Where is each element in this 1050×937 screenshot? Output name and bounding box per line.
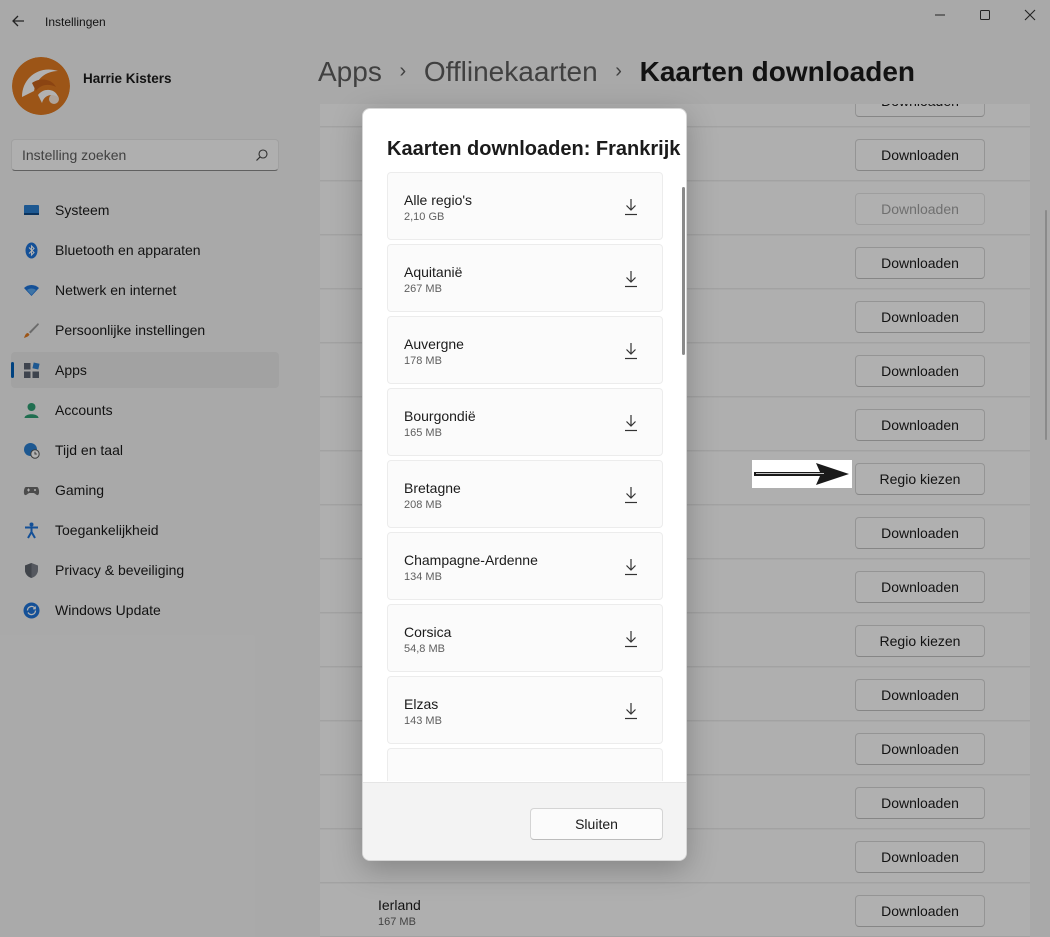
region-size: 165 MB: [404, 427, 442, 439]
region-item[interactable]: Corsica 54,8 MB: [387, 604, 663, 672]
region-name: Auvergne: [404, 336, 464, 352]
download-icon[interactable]: [624, 414, 638, 432]
download-icon[interactable]: [624, 702, 638, 720]
download-icon[interactable]: [624, 198, 638, 216]
region-item[interactable]: Alle regio's 2,10 GB: [387, 172, 663, 240]
region-name: Bretagne: [404, 480, 461, 496]
dialog-title: Kaarten downloaden: Frankrijk: [387, 138, 681, 160]
download-icon[interactable]: [624, 558, 638, 576]
region-list: Alle regio's 2,10 GB Aquitanië 267 MB Auverg…: [387, 172, 664, 781]
region-name: Champagne-Ardenne: [404, 552, 538, 568]
region-item[interactable]: Aquitanië 267 MB: [387, 244, 663, 312]
download-maps-dialog: Kaarten downloaden: Frankrijk Alle regio…: [362, 108, 687, 861]
close-dialog-button[interactable]: Sluiten: [530, 808, 663, 840]
region-size: 143 MB: [404, 715, 442, 727]
download-icon[interactable]: [624, 270, 638, 288]
region-name: Corsica: [404, 624, 452, 640]
region-item[interactable]: Elzas 143 MB: [387, 676, 663, 744]
region-size: 178 MB: [404, 355, 442, 367]
region-item[interactable]: Bretagne 208 MB: [387, 460, 663, 528]
region-size: 134 MB: [404, 571, 442, 583]
annotation-arrow-icon: [752, 460, 852, 488]
download-icon[interactable]: [624, 630, 638, 648]
dialog-footer: Sluiten: [363, 782, 686, 860]
region-name: Elzas: [404, 696, 439, 712]
page-scrollbar[interactable]: [1045, 210, 1047, 440]
download-icon[interactable]: [624, 342, 638, 360]
region-name: Aquitanië: [404, 264, 463, 280]
dialog-scrollbar[interactable]: [682, 187, 685, 355]
region-name: Bourgondië: [404, 408, 476, 424]
region-item[interactable]: [387, 748, 663, 781]
region-size: 208 MB: [404, 499, 442, 511]
region-item[interactable]: Auvergne 178 MB: [387, 316, 663, 384]
region-item[interactable]: Champagne-Ardenne 134 MB: [387, 532, 663, 600]
region-size: 54,8 MB: [404, 643, 445, 655]
region-size: 267 MB: [404, 283, 442, 295]
region-item[interactable]: Bourgondië 165 MB: [387, 388, 663, 456]
download-icon[interactable]: [624, 486, 638, 504]
region-size: 2,10 GB: [404, 211, 445, 223]
region-name: Alle regio's: [404, 192, 473, 208]
